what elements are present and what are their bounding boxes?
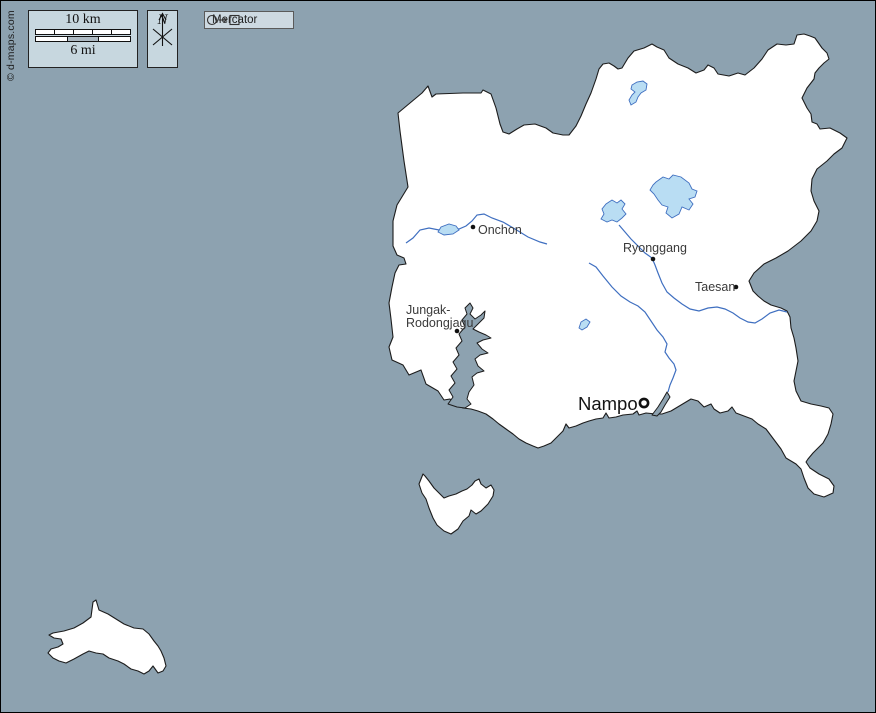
scale-km-label: 10 km (29, 11, 137, 28)
attribution: © d-maps.com (5, 10, 17, 81)
scale-bar-panel: 10 km 6 mi (28, 10, 138, 68)
city-label-ryonggang: Ryonggang (623, 241, 687, 255)
scale-segment (54, 29, 74, 35)
scale-segment (98, 36, 131, 42)
capital-label-nampo: Nampo (578, 393, 638, 414)
compass-rose-icon (148, 11, 177, 48)
map-canvas: Onchon Ryonggang Taesan Jungak- Rodongja… (0, 0, 876, 713)
scale-segment (35, 29, 55, 35)
compass-panel: N (147, 10, 178, 68)
scale-mi-label: 6 mi (29, 42, 137, 59)
capital-marker-nampo (640, 399, 648, 407)
projection-badge: Mercator (204, 11, 294, 29)
city-label-taesan: Taesan (695, 280, 735, 294)
scale-segment (35, 36, 68, 42)
city-label-jungak-line2: Rodongjagu (406, 316, 473, 330)
scale-km-bar (35, 29, 131, 35)
city-dot-onchon (471, 225, 476, 230)
city-dot-ryonggang (651, 257, 656, 262)
projection-transform-icon (205, 12, 242, 28)
scale-segment (111, 29, 131, 35)
city-label-jungak-line1: Jungak- (406, 303, 450, 317)
map-graphic: Onchon Ryonggang Taesan Jungak- Rodongja… (1, 1, 876, 713)
scale-segment (73, 29, 93, 35)
city-label-onchon: Onchon (478, 223, 522, 237)
scale-segment (92, 29, 112, 35)
